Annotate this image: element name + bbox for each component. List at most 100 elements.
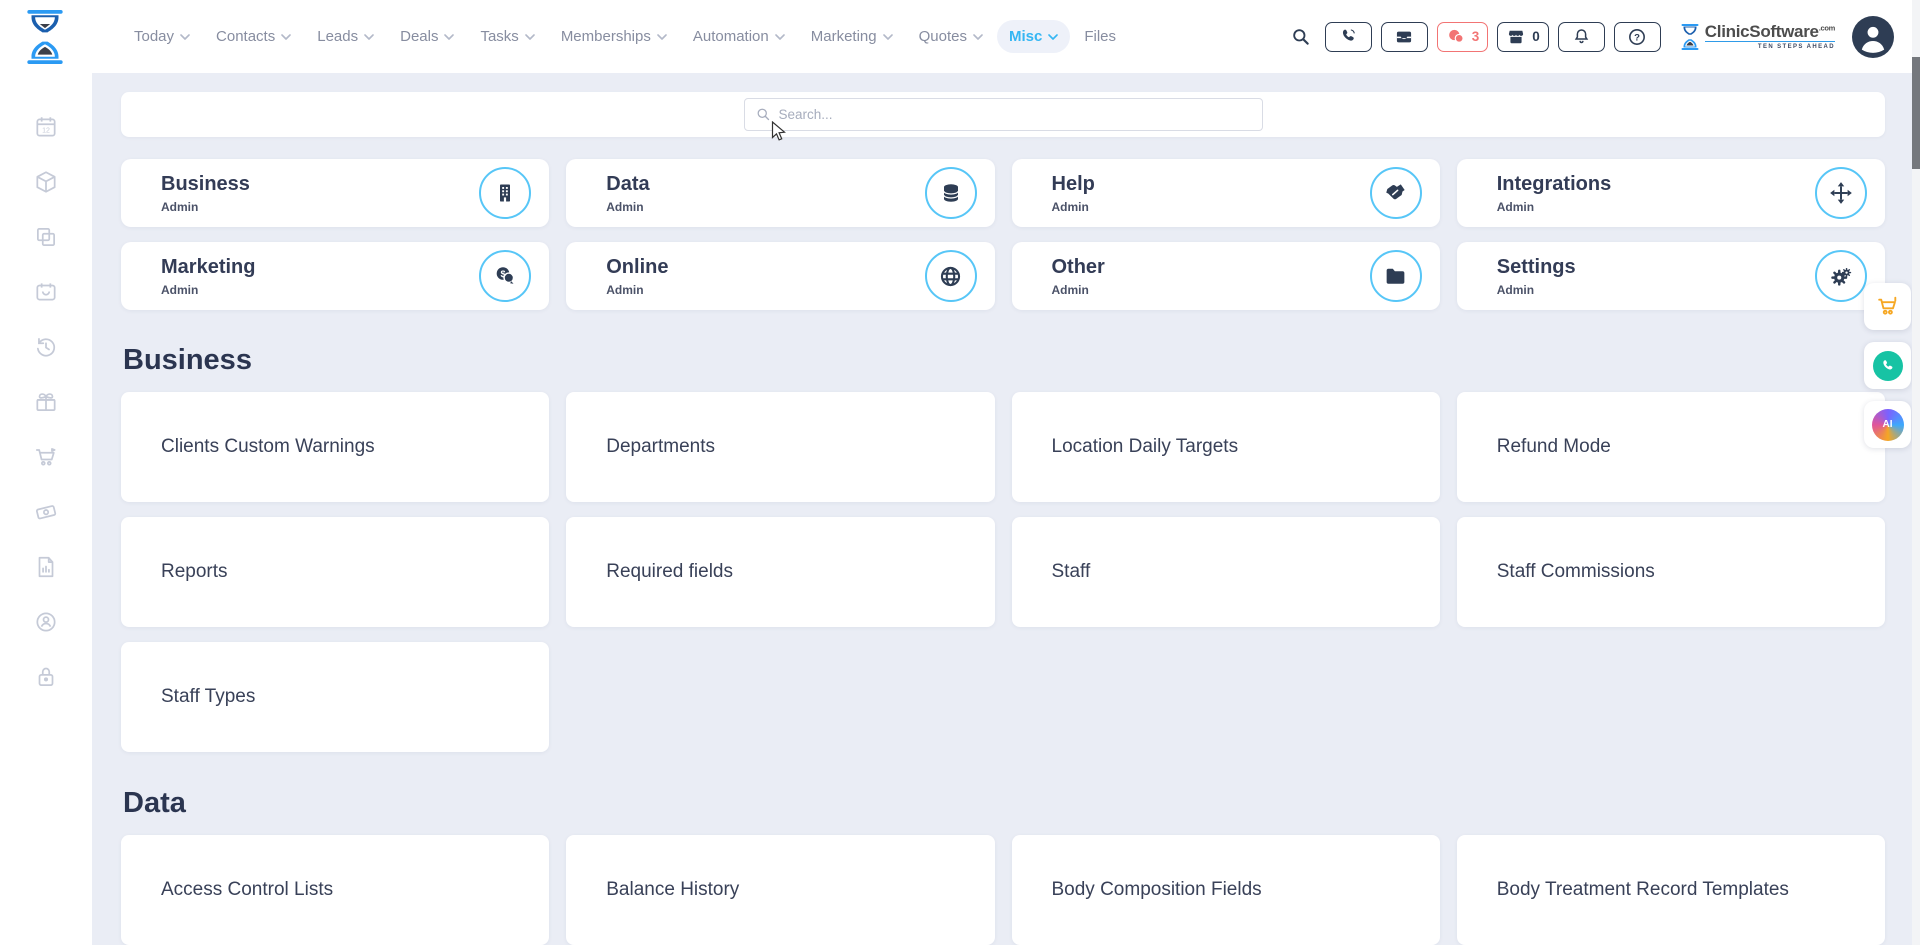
voucher-icon[interactable]	[33, 499, 59, 525]
item-card-label: Reports	[161, 561, 228, 583]
category-card-online[interactable]: Online Admin	[566, 242, 994, 310]
user-avatar[interactable]	[1852, 16, 1894, 58]
lock-icon[interactable]	[33, 664, 59, 690]
category-card-business[interactable]: Business Admin	[121, 159, 549, 227]
item-card-label: Body Treatment Record Templates	[1497, 879, 1789, 901]
nav-action-buttons: 3 0?	[1325, 22, 1661, 52]
category-card-data[interactable]: Data Admin	[566, 159, 994, 227]
category-grid: Business Admin Data Admin Help Admin Int…	[121, 159, 1885, 310]
item-card-clients-custom-warnings[interactable]: Clients Custom Warnings	[121, 392, 549, 502]
history-icon[interactable]	[33, 334, 59, 360]
search-box[interactable]	[744, 98, 1263, 131]
pages-icon[interactable]	[33, 224, 59, 250]
item-card-reports[interactable]: Reports	[121, 517, 549, 627]
phone-call-button[interactable]	[1325, 22, 1372, 52]
item-card-location-daily-targets[interactable]: Location Daily Targets	[1012, 392, 1440, 502]
nav-item-label: Automation	[693, 28, 769, 45]
clinicsoftware-logo[interactable]: ClinicSoftware.com TEN STEPS AHEAD	[1680, 22, 1835, 52]
category-title: Online	[606, 256, 924, 279]
bell-button[interactable]	[1558, 22, 1605, 52]
page-scrollbar[interactable]	[1912, 0, 1920, 945]
category-card-marketing[interactable]: Marketing Admin $	[121, 242, 549, 310]
chevron-down-icon	[883, 34, 893, 40]
nav-item-tasks[interactable]: Tasks	[468, 20, 546, 53]
help-button[interactable]: ?	[1614, 22, 1661, 52]
store-badge: 0	[1532, 29, 1540, 44]
search-icon[interactable]	[1291, 27, 1311, 47]
nav-item-marketing[interactable]: Marketing	[799, 20, 905, 53]
report-icon[interactable]	[33, 554, 59, 580]
item-card-balance-history[interactable]: Balance History	[566, 835, 994, 945]
category-subtitle: Admin	[161, 283, 479, 297]
chevron-down-icon	[657, 34, 667, 40]
item-card-required-fields[interactable]: Required fields	[566, 517, 994, 627]
app-logo-hourglass-icon[interactable]	[24, 10, 66, 64]
sections-container: BusinessClients Custom WarningsDepartmen…	[121, 343, 1885, 945]
svg-text:?: ?	[1634, 32, 1640, 43]
left-sidebar: 12	[0, 73, 92, 945]
nav-item-contacts[interactable]: Contacts	[204, 20, 303, 53]
nav-item-files[interactable]: Files	[1072, 20, 1128, 53]
chat-button[interactable]: 3	[1437, 22, 1489, 52]
brand-tagline: TEN STEPS AHEAD	[1705, 41, 1835, 50]
category-card-integrations[interactable]: Integrations Admin	[1457, 159, 1885, 227]
category-subtitle: Admin	[1052, 200, 1370, 214]
building-icon	[479, 167, 531, 219]
item-card-label: Departments	[606, 436, 715, 458]
nav-right: 3 0? ClinicSoftware.com TEN STEPS AHEAD	[1291, 16, 1894, 58]
nav-item-automation[interactable]: Automation	[681, 20, 797, 53]
nav-item-label: Contacts	[216, 28, 275, 45]
nav-item-leads[interactable]: Leads	[305, 20, 386, 53]
category-card-settings[interactable]: Settings Admin	[1457, 242, 1885, 310]
item-card-label: Staff Commissions	[1497, 561, 1655, 583]
item-card-staff-commissions[interactable]: Staff Commissions	[1457, 517, 1885, 627]
nav-item-quotes[interactable]: Quotes	[907, 20, 995, 53]
nav-item-memberships[interactable]: Memberships	[549, 20, 679, 53]
ai-assistant-widget[interactable]: AI	[1864, 401, 1911, 448]
item-card-refund-mode[interactable]: Refund Mode	[1457, 392, 1885, 502]
search-input[interactable]	[779, 107, 1251, 122]
category-title: Data	[606, 173, 924, 196]
item-card-label: Required fields	[606, 561, 733, 583]
category-subtitle: Admin	[1052, 283, 1370, 297]
scrollbar-thumb[interactable]	[1912, 57, 1920, 169]
section-grid-data: Access Control ListsBalance HistoryBody …	[121, 835, 1885, 945]
support-icon[interactable]	[33, 609, 59, 635]
package-icon[interactable]	[33, 169, 59, 195]
chevron-down-icon	[180, 34, 190, 40]
item-card-access-control-lists[interactable]: Access Control Lists	[121, 835, 549, 945]
help-icon: ?	[1627, 27, 1647, 47]
bookings-icon[interactable]	[33, 279, 59, 305]
category-card-help[interactable]: Help Admin	[1012, 159, 1440, 227]
category-title: Integrations	[1497, 173, 1815, 196]
category-subtitle: Admin	[1497, 200, 1815, 214]
category-subtitle: Admin	[606, 200, 924, 214]
ai-assistant-icon: AI	[1872, 409, 1904, 441]
item-card-body-composition-fields[interactable]: Body Composition Fields	[1012, 835, 1440, 945]
chevron-down-icon	[281, 34, 291, 40]
nav-item-today[interactable]: Today	[122, 20, 202, 53]
nav-item-deals[interactable]: Deals	[388, 20, 466, 53]
nav-item-misc[interactable]: Misc	[997, 20, 1070, 53]
item-card-body-treatment-record-templates[interactable]: Body Treatment Record Templates	[1457, 835, 1885, 945]
nav-item-label: Tasks	[480, 28, 518, 45]
category-title: Other	[1052, 256, 1370, 279]
item-card-staff[interactable]: Staff	[1012, 517, 1440, 627]
item-card-staff-types[interactable]: Staff Types	[121, 642, 549, 752]
main-content: Business Admin Data Admin Help Admin Int…	[92, 73, 1912, 945]
item-card-label: Location Daily Targets	[1052, 436, 1239, 458]
cart-orange-widget[interactable]	[1864, 283, 1911, 330]
move-arrows-icon	[1815, 167, 1867, 219]
store-button[interactable]: 0	[1497, 22, 1549, 52]
calendar-icon[interactable]: 12	[33, 114, 59, 140]
search-panel	[121, 92, 1885, 137]
phone-teal-widget[interactable]	[1864, 342, 1911, 389]
category-subtitle: Admin	[1497, 283, 1815, 297]
item-card-label: Staff Types	[161, 686, 255, 708]
item-card-departments[interactable]: Departments	[566, 392, 994, 502]
gift-icon[interactable]	[33, 389, 59, 415]
search-input-icon	[756, 107, 771, 122]
inbox-button[interactable]	[1381, 22, 1428, 52]
cart-icon[interactable]	[33, 444, 59, 470]
category-card-other[interactable]: Other Admin	[1012, 242, 1440, 310]
